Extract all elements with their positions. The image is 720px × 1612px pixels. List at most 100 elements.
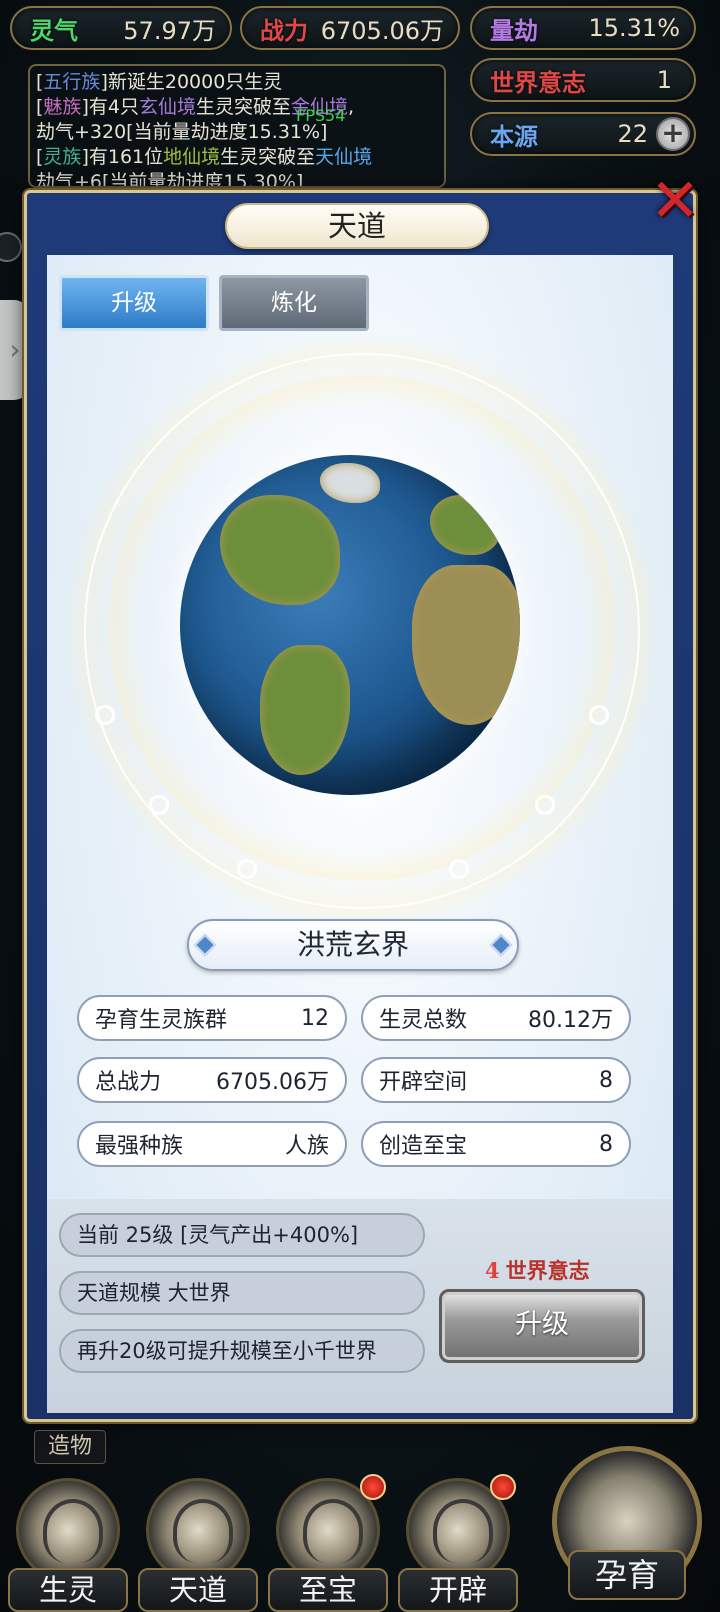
continent-europe xyxy=(430,495,500,555)
close-button[interactable]: ✕ xyxy=(643,171,707,235)
nav-label: 开辟 xyxy=(398,1568,518,1612)
log-line: [魅族]有4只玄仙境生灵突破至金仙境, xyxy=(36,96,355,118)
stat-value: 80.12万 xyxy=(528,1008,613,1033)
plus-icon: + xyxy=(661,116,685,149)
nav-heavenly-dao[interactable]: 天道 xyxy=(138,1478,258,1612)
panel-content: 升级 炼化 洪荒玄界 孕育生灵族群 12 生灵总数 80.12万 总战力 670… xyxy=(47,255,673,1413)
cost-amount: 4 xyxy=(485,1258,500,1283)
calamity-counter: 量劫 15.31% xyxy=(470,6,696,50)
nav-label: 至宝 xyxy=(268,1568,388,1612)
dao-scale: 天道规模 大世界 xyxy=(59,1271,425,1315)
nav-label: 生灵 xyxy=(8,1568,128,1612)
origin-label: 本源 xyxy=(490,121,538,151)
next-scale-hint: 再升20级可提升规模至小千世界 xyxy=(59,1329,425,1373)
origin-counter: 本源 22 + xyxy=(470,112,696,156)
world-will-counter: 世界意志 1 xyxy=(470,58,696,102)
stat-total-creatures: 生灵总数 80.12万 xyxy=(361,995,631,1041)
upgrade-button[interactable]: 升级 xyxy=(439,1289,645,1363)
side-orb-icon[interactable] xyxy=(0,232,22,262)
log-race: 灵族 xyxy=(43,146,82,168)
continent-africa xyxy=(412,565,520,725)
stat-label: 最强种族 xyxy=(95,1134,184,1159)
nav-treasures[interactable]: 至宝 xyxy=(268,1474,388,1612)
log-text: 新诞生20000只生灵 xyxy=(107,71,283,93)
orbit-node-icon xyxy=(589,705,609,725)
stat-value: 8 xyxy=(599,1067,613,1093)
chevron-right-icon: › xyxy=(9,333,21,366)
upgrade-cost: 4 世界意志 xyxy=(485,1255,590,1285)
tab-refine[interactable]: 炼化 xyxy=(219,275,369,331)
orbit-node-icon xyxy=(237,859,257,879)
close-icon: ✕ xyxy=(649,166,701,236)
world-globe[interactable] xyxy=(180,455,520,795)
spirit-qi-counter: 灵气 57.97万 xyxy=(10,6,232,50)
stat-value: 8 xyxy=(599,1131,613,1157)
stat-race-groups: 孕育生灵族群 12 xyxy=(77,995,347,1041)
realm-name-text: 洪荒玄界 xyxy=(296,928,409,961)
log-text: 生灵突破至 xyxy=(195,96,291,118)
orbit-node-icon xyxy=(149,795,169,815)
stat-label: 孕育生灵族群 xyxy=(95,1008,228,1033)
stat-value: 12 xyxy=(301,1005,329,1031)
log-line: [五行族]新诞生20000只生灵 xyxy=(36,71,283,93)
creatures-emblem-icon xyxy=(16,1478,120,1582)
spirit-qi-label: 灵气 xyxy=(30,15,78,45)
log-realm: 天仙境 xyxy=(315,146,373,168)
orbit-node-icon xyxy=(95,705,115,725)
combat-power-value: 6705.06万 xyxy=(320,16,444,45)
crafting-button[interactable]: 造物 xyxy=(34,1430,106,1464)
world-will-value: 1 xyxy=(656,66,672,94)
stat-label: 生灵总数 xyxy=(379,1008,468,1033)
log-text: 有161位 xyxy=(88,146,164,168)
dao-emblem-icon xyxy=(146,1478,250,1582)
tab-upgrade[interactable]: 升级 xyxy=(59,275,209,331)
notification-badge xyxy=(490,1474,516,1500)
stat-label: 创造至宝 xyxy=(379,1134,468,1159)
nav-nurture[interactable]: 孕育 xyxy=(552,1446,702,1606)
stat-total-power: 总战力 6705.06万 xyxy=(77,1057,347,1103)
fps-counter: FPS54 xyxy=(296,106,346,125)
stat-label: 总战力 xyxy=(95,1070,162,1095)
nav-label: 天道 xyxy=(138,1568,258,1612)
current-level: 当前 25级 [灵气产出+400%] xyxy=(59,1213,425,1257)
log-race: 魅族 xyxy=(43,96,82,118)
log-realm: 玄仙境 xyxy=(138,96,196,118)
calamity-label: 量劫 xyxy=(490,15,538,45)
stat-treasures: 创造至宝 8 xyxy=(361,1121,631,1167)
diamond-right-icon xyxy=(489,933,513,957)
realm-name: 洪荒玄界 xyxy=(187,919,519,971)
calamity-value: 15.31% xyxy=(588,14,680,42)
heavenly-dao-panel: 天道 ✕ 升级 炼化 洪荒玄界 孕育生灵族群 12 生灵总数 80.12万 总战… xyxy=(24,171,700,1422)
cost-label: 世界意志 xyxy=(505,1258,590,1283)
spirit-qi-value: 57.97万 xyxy=(123,16,216,45)
combat-power-label: 战力 xyxy=(260,15,308,45)
panel-title: 天道 xyxy=(225,203,489,249)
log-realm: 地仙境 xyxy=(163,146,221,168)
add-origin-button[interactable]: + xyxy=(656,117,690,151)
origin-value: 22 xyxy=(617,120,648,148)
log-text: , xyxy=(348,96,355,118)
diamond-left-icon xyxy=(193,933,217,957)
log-race: 五行族 xyxy=(43,71,101,93)
continent-greenland xyxy=(320,463,380,503)
stat-value: 6705.06万 xyxy=(216,1070,329,1095)
stat-strongest-race: 最强种族 人族 xyxy=(77,1121,347,1167)
orbit-node-icon xyxy=(535,795,555,815)
continent-south-america xyxy=(260,645,350,775)
stat-value: 人族 xyxy=(284,1134,329,1159)
stat-label: 开辟空间 xyxy=(379,1070,468,1095)
event-log[interactable]: [五行族]新诞生20000只生灵 [魅族]有4只玄仙境生灵突破至金仙境, 劫气+… xyxy=(28,64,446,188)
log-text: 有4只 xyxy=(88,96,139,118)
nav-label: 孕育 xyxy=(568,1550,686,1600)
combat-power-counter: 战力 6705.06万 xyxy=(240,6,460,50)
log-line: [灵族]有161位地仙境生灵突破至天仙境 xyxy=(36,146,373,168)
world-will-label: 世界意志 xyxy=(490,67,586,97)
nav-expansion[interactable]: 开辟 xyxy=(398,1474,518,1612)
notification-badge xyxy=(360,1474,386,1500)
continent-north-america xyxy=(220,495,340,605)
orbit-node-icon xyxy=(449,859,469,879)
log-line: 劫气+320[当前量劫进度15.31%] xyxy=(36,121,328,143)
log-line: 劫气+6[当前量劫进度15.30%] xyxy=(36,171,304,188)
stat-opened-spaces: 开辟空间 8 xyxy=(361,1057,631,1103)
nav-creatures[interactable]: 生灵 xyxy=(8,1478,128,1612)
